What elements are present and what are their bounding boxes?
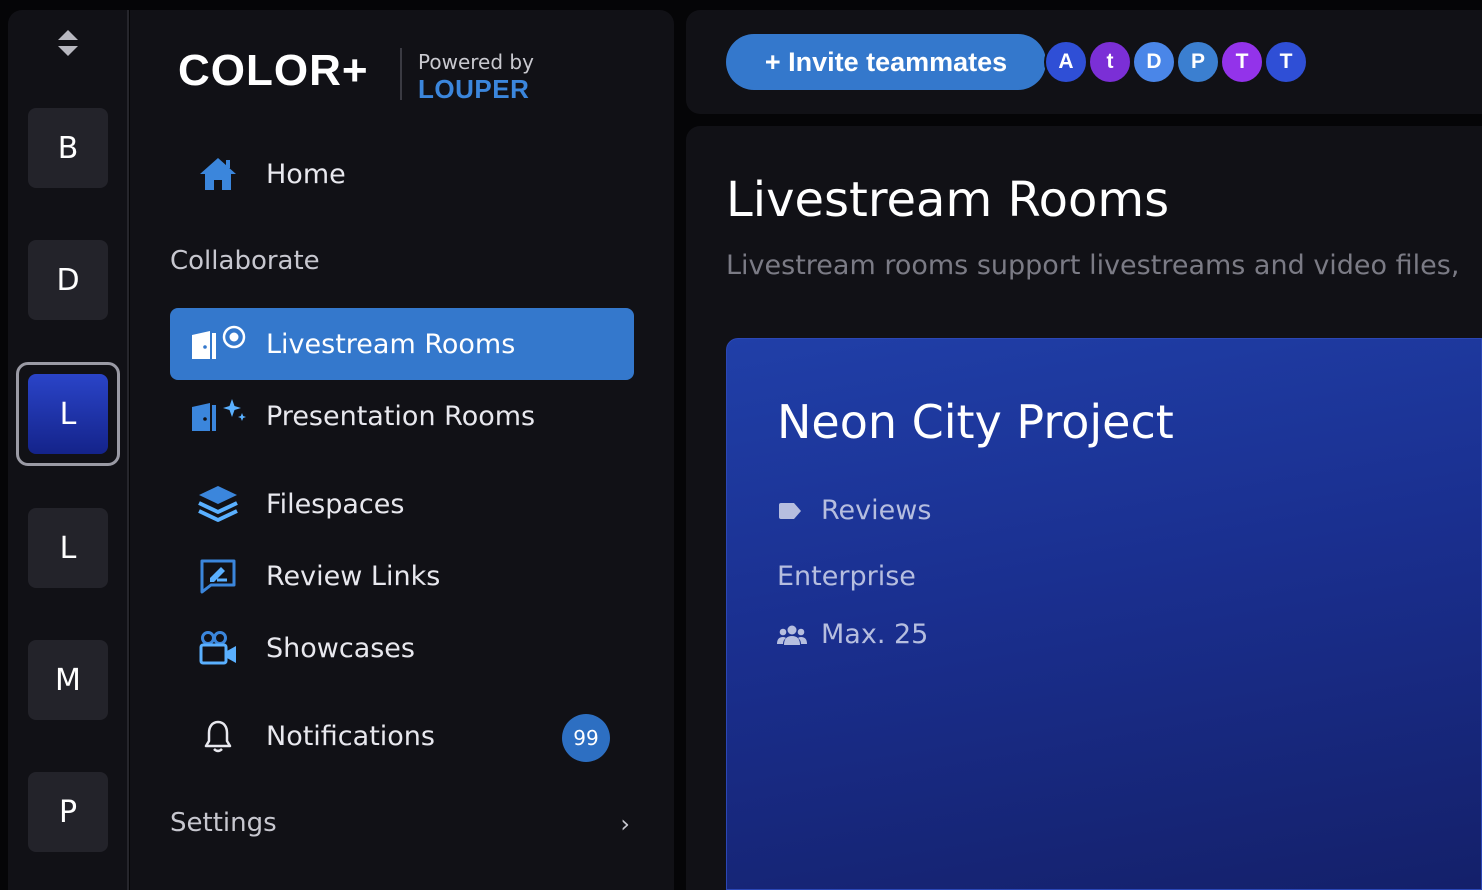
workspace-b[interactable]: B	[28, 108, 108, 188]
nav-livestream-rooms[interactable]: Livestream Rooms	[170, 308, 634, 380]
sort-icon[interactable]	[55, 28, 81, 58]
chevron-right-icon[interactable]: ›	[620, 810, 630, 838]
main-content: Livestream Rooms Livestream rooms suppor…	[686, 126, 1482, 890]
avatar[interactable]: t	[1088, 40, 1132, 84]
invite-teammates-button[interactable]: + Invite teammates	[726, 34, 1046, 90]
room-card-title: Neon City Project	[777, 395, 1174, 449]
color-plus-logo[interactable]: COLOR+	[178, 46, 369, 96]
video-camera-icon	[170, 630, 266, 666]
nav-showcases-label: Showcases	[266, 632, 415, 664]
sidebar: COLOR+ Powered by LOUPER Home Collaborat…	[130, 10, 674, 890]
users-icon	[777, 624, 821, 646]
workspace-rail: B D L L M P	[8, 10, 129, 890]
tag-icon	[777, 501, 821, 521]
bell-icon	[170, 719, 266, 753]
avatar[interactable]: T	[1264, 40, 1308, 84]
presentation-room-icon	[170, 397, 266, 435]
livestream-room-icon	[170, 325, 266, 363]
top-bar: + Invite teammates A t D P T T	[686, 10, 1482, 114]
nav-home-label: Home	[266, 158, 346, 190]
room-card-plan: Enterprise	[777, 561, 916, 592]
nav-filespaces[interactable]: Filespaces	[170, 468, 634, 540]
workspace-l[interactable]: L	[28, 508, 108, 588]
room-card[interactable]: Neon City Project Reviews Enterprise Max…	[726, 338, 1482, 890]
avatar[interactable]: D	[1132, 40, 1176, 84]
page-title: Livestream Rooms	[726, 172, 1170, 228]
logo-divider	[400, 48, 402, 100]
review-link-icon	[170, 558, 266, 594]
avatar[interactable]: T	[1220, 40, 1264, 84]
room-card-tag: Reviews	[777, 495, 931, 526]
avatar[interactable]: P	[1176, 40, 1220, 84]
workspace-m[interactable]: M	[28, 640, 108, 720]
settings-section-toggle[interactable]: Settings	[170, 808, 277, 838]
louper-logo: LOUPER	[418, 74, 530, 104]
nav-review-links[interactable]: Review Links	[170, 540, 634, 612]
room-card-tag-label: Reviews	[821, 495, 932, 526]
nav-home[interactable]: Home	[170, 138, 634, 210]
room-card-capacity-label: Max. 25	[821, 619, 929, 650]
nav-presentation-rooms-label: Presentation Rooms	[266, 400, 536, 432]
app-root: B D L L M P COLOR+ Powered by LOUPER Hom…	[0, 0, 1482, 890]
workspace-p[interactable]: P	[28, 772, 108, 852]
nav-livestream-rooms-label: Livestream Rooms	[266, 328, 516, 360]
nav-notifications-label: Notifications	[266, 720, 435, 752]
collaborate-section-label: Collaborate	[170, 246, 320, 276]
avatar[interactable]: A	[1044, 40, 1088, 84]
nav-notifications[interactable]: Notifications 99	[170, 700, 634, 772]
workspace-d[interactable]: D	[28, 240, 108, 320]
notifications-count-badge: 99	[562, 714, 610, 762]
home-icon	[170, 156, 266, 192]
nav-presentation-rooms[interactable]: Presentation Rooms	[170, 380, 634, 452]
layers-icon	[170, 484, 266, 524]
nav-filespaces-label: Filespaces	[266, 488, 405, 520]
nav-review-links-label: Review Links	[266, 560, 441, 592]
powered-by-label: Powered by	[418, 50, 534, 74]
room-card-capacity: Max. 25	[777, 619, 928, 650]
nav-showcases[interactable]: Showcases	[170, 612, 634, 684]
workspace-l-active[interactable]: L	[28, 374, 108, 454]
page-subtitle: Livestream rooms support livestreams and…	[726, 250, 1460, 281]
